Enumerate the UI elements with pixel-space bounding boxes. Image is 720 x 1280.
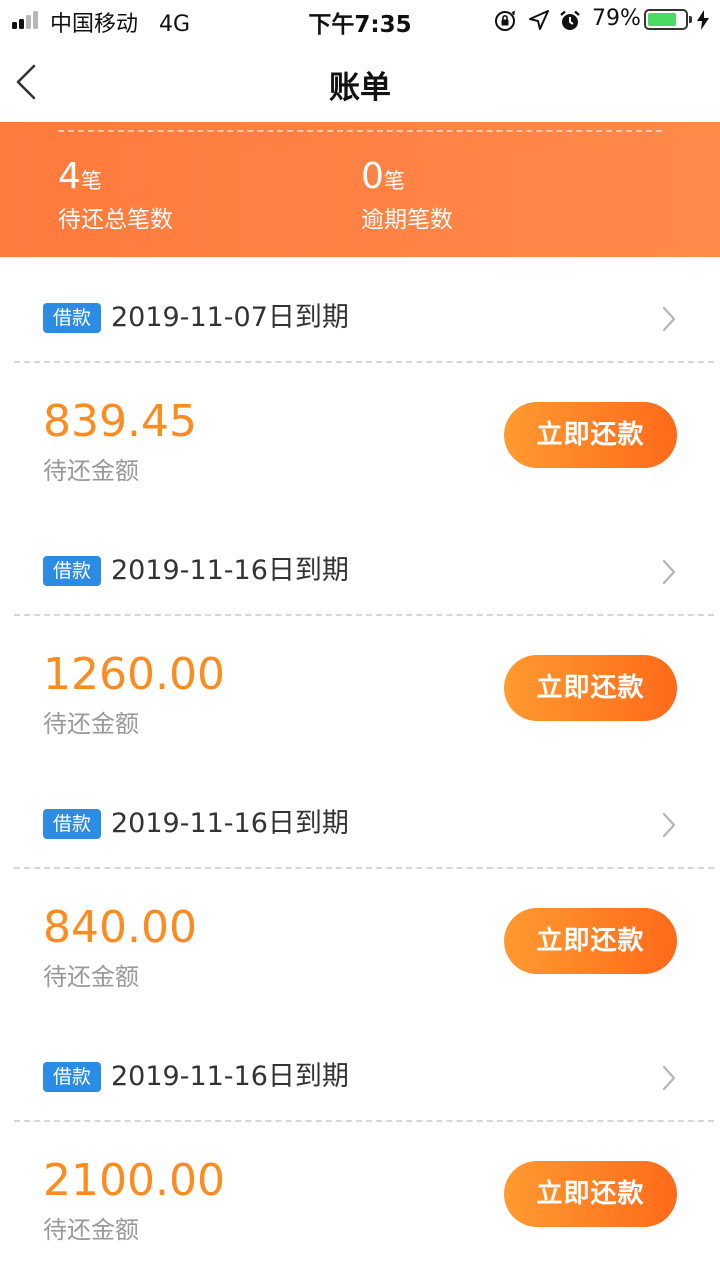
amount-due-label: 待还金额 [43, 457, 139, 485]
bill-divider [14, 867, 714, 869]
chevron-right-icon [662, 812, 676, 838]
pending-count-label: 待还总笔数 [58, 207, 173, 233]
summary-divider [58, 130, 662, 132]
loan-tag: 借款 [43, 303, 101, 333]
overdue-count-unit: 笔 [383, 169, 405, 193]
charging-bolt-icon [697, 10, 709, 30]
bill-summary-banner: 4笔 待还总笔数 0笔 逾期笔数 [0, 122, 720, 257]
due-date: 2019-11-16日到期 [111, 555, 349, 586]
chevron-right-icon [662, 559, 676, 585]
status-bar: 中国移动 4G 下午7:35 79% [0, 0, 720, 40]
bill-item: 借款 2019-11-07日到期 839.45 待还金额 立即还款 [0, 257, 720, 510]
amount-due: 839.45 [43, 396, 197, 447]
bill-divider [14, 1120, 714, 1122]
due-date: 2019-11-07日到期 [111, 302, 349, 333]
amount-due-label: 待还金额 [43, 710, 139, 738]
amount-due: 1260.00 [43, 649, 225, 700]
orientation-lock-icon [495, 10, 516, 31]
bill-item: 借款 2019-11-16日到期 840.00 待还金额 立即还款 [0, 763, 720, 1016]
chevron-right-icon [662, 306, 676, 332]
bill-header[interactable]: 借款 2019-11-07日到期 [0, 257, 720, 363]
loan-tag: 借款 [43, 1062, 101, 1092]
bill-list: 借款 2019-11-07日到期 839.45 待还金额 立即还款 借款 201… [0, 257, 720, 1269]
pending-count-unit: 笔 [80, 169, 102, 193]
loan-tag: 借款 [43, 556, 101, 586]
loan-tag: 借款 [43, 809, 101, 839]
overdue-count-stat: 0笔 逾期笔数 [361, 152, 453, 238]
bill-divider [14, 361, 714, 363]
page-title: 账单 [329, 70, 391, 106]
battery-icon [644, 9, 692, 30]
location-arrow-icon [529, 10, 549, 30]
repay-now-button[interactable]: 立即还款 [504, 402, 677, 468]
bill-header[interactable]: 借款 2019-11-16日到期 [0, 763, 720, 869]
bill-item: 借款 2019-11-16日到期 1260.00 待还金额 立即还款 [0, 510, 720, 763]
amount-due-label: 待还金额 [43, 963, 139, 991]
bill-header[interactable]: 借款 2019-11-16日到期 [0, 1016, 720, 1122]
alarm-icon [560, 10, 580, 30]
amount-due: 2100.00 [43, 1155, 225, 1206]
overdue-count-value: 0 [361, 156, 384, 197]
pending-count-value: 4 [58, 156, 81, 197]
repay-now-button[interactable]: 立即还款 [504, 655, 677, 721]
repay-now-button[interactable]: 立即还款 [504, 1161, 677, 1227]
bill-item: 借款 2019-11-16日到期 2100.00 待还金额 立即还款 [0, 1016, 720, 1269]
battery-percentage: 79% [592, 6, 641, 31]
bill-header[interactable]: 借款 2019-11-16日到期 [0, 510, 720, 616]
amount-due: 840.00 [43, 902, 197, 953]
due-date: 2019-11-16日到期 [111, 1061, 349, 1092]
repay-now-button[interactable]: 立即还款 [504, 908, 677, 974]
bill-divider [14, 614, 714, 616]
chevron-right-icon [662, 1065, 676, 1091]
pending-count-stat: 4笔 待还总笔数 [58, 152, 173, 238]
due-date: 2019-11-16日到期 [111, 808, 349, 839]
navigation-bar: 账单 [0, 40, 720, 122]
amount-due-label: 待还金额 [43, 1216, 139, 1244]
overdue-count-label: 逾期笔数 [361, 207, 453, 233]
